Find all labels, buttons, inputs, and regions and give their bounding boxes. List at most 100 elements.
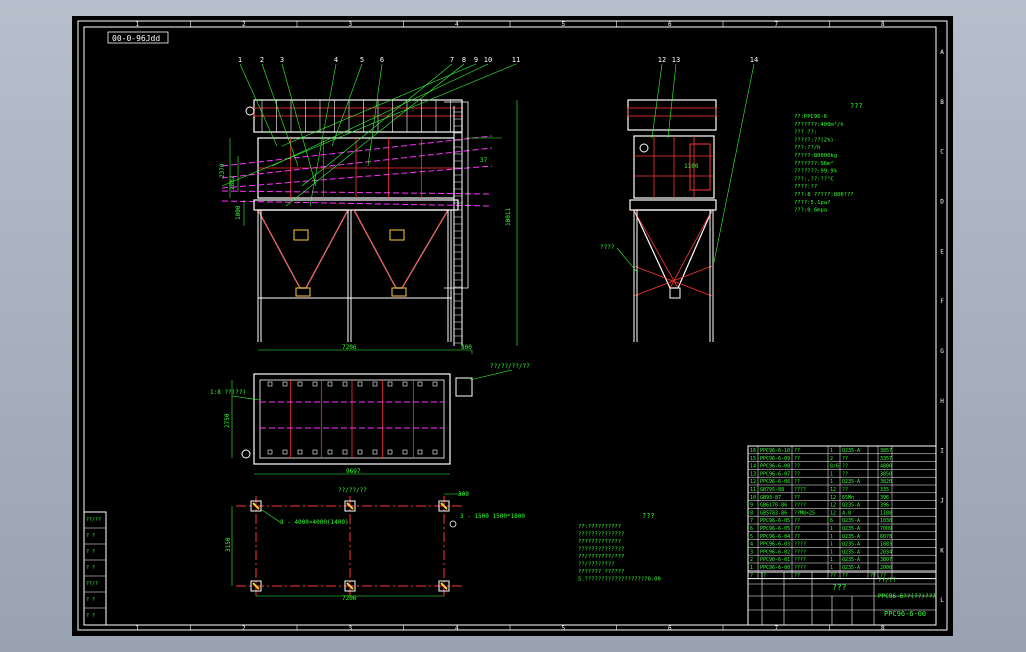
support-legs	[257, 210, 452, 342]
plan-nozzle	[342, 449, 348, 455]
bom-cell: PPC96-6-01	[760, 557, 790, 563]
plan-fan-box	[455, 377, 473, 397]
bom-cell: 8/6	[830, 464, 839, 470]
plan-nozzle	[282, 381, 288, 387]
plan-nozzle	[297, 449, 303, 455]
tech-spec-line: ?????:80000kg	[794, 153, 837, 159]
left-table-cell: ? ?	[86, 533, 95, 539]
hopper-outlet-left	[295, 287, 311, 297]
grid-col-label: 6	[668, 21, 672, 28]
plan-nozzle	[327, 449, 333, 455]
bom-cell: 11	[750, 487, 756, 493]
bom-cell: Q235-A	[842, 534, 860, 540]
bom-cell: 3357	[880, 456, 892, 462]
ladder-rungs	[454, 111, 462, 344]
side-hopper-bracing	[633, 209, 713, 297]
dim-front-h1: 2370	[219, 163, 226, 178]
bom-table[interactable]: 16 PPC96-6-10?? 1 Q235-A 385715 PPC96-6-09?? 2…	[747, 445, 937, 580]
front-part-leaders: 1 2 3 4 5 6 7 8 9 10 11	[221, 56, 520, 207]
bom-cell: PPC96-6-05	[760, 518, 790, 524]
inlet-duct-dashed	[221, 135, 493, 207]
bom-cell: 6	[750, 526, 753, 532]
file-tag: 00-0-96Jdd	[112, 34, 160, 43]
bom-cell: 12	[830, 510, 836, 516]
part-leader-number: 9	[474, 56, 478, 64]
plan-nozzle	[387, 381, 393, 387]
grid-col-label: 8	[881, 21, 885, 28]
bom-cell: ??	[842, 487, 848, 493]
bom-cell: Q235-A	[842, 549, 860, 555]
bom-cell: GB6170-86	[760, 503, 787, 509]
bom-cell: 14	[750, 464, 756, 470]
plan-view[interactable]: 9697 2750 1:8 ??(??) ??/??/??/??	[210, 363, 530, 475]
plan-nozzle	[267, 381, 273, 387]
grid-col-label: 6	[668, 625, 672, 632]
tech-spec-line: ???:??/h	[794, 145, 821, 151]
hopper-bracing	[257, 209, 449, 289]
note-line: ??????????????	[578, 532, 624, 538]
tech-spec-line: ????:??	[794, 184, 817, 190]
left-table-cell: ??/?	[86, 581, 98, 587]
plan-nozzle	[372, 381, 378, 387]
bom-cell: 5	[750, 534, 753, 540]
part-leader-number: 10	[484, 56, 492, 64]
side-view[interactable]: 1100 ???? 12 13 14	[600, 56, 758, 342]
bom-cell: ??	[794, 526, 800, 532]
bom-cell: 12	[830, 487, 836, 493]
bom-cell: 9	[750, 503, 753, 509]
bom-cell: ????	[794, 557, 806, 563]
plan-nozzle	[417, 381, 423, 387]
bom-cell: Q235-A	[842, 542, 860, 548]
plan-left-tag: 1:8 ??(??)	[210, 389, 246, 396]
dim-front-height: 10011	[505, 208, 512, 226]
bom-cell: 4.8	[842, 510, 851, 516]
notes: ??:?????????????????????????????????????…	[578, 524, 661, 583]
bom-cell: ??	[794, 464, 800, 470]
note-line: ??/???????/???	[578, 554, 624, 560]
drawing-sheet[interactable]: 12345678 12345678 ABCDEFGHIJKL 00-0-96Jd…	[72, 16, 953, 636]
bom-cell: PPC96-6-03	[760, 542, 790, 548]
dim-inlet: 37	[480, 157, 488, 164]
tech-spec-line: ???:8 ?????:800???	[794, 192, 854, 198]
grid-row-label: K	[940, 547, 944, 554]
bom-cell: PPC96-6-10	[760, 448, 790, 454]
part-leader-number: 1	[238, 56, 242, 64]
plan-side-valve	[241, 449, 251, 459]
bom-cell: PPC96-6-05	[760, 526, 790, 532]
bom-cell: 3820	[880, 479, 892, 485]
part-leader-line	[331, 63, 363, 147]
grid-row-label: G	[940, 348, 944, 355]
dim-foot-depth: 3150	[225, 537, 232, 552]
plan-nozzle	[297, 381, 303, 387]
plan-nozzle	[417, 449, 423, 455]
plan-dim-lines	[231, 380, 450, 475]
outer-border	[77, 20, 948, 631]
bom-cell: GB795-88	[760, 487, 784, 493]
bom-cell: 15	[750, 456, 756, 462]
foundation-bolt-note-1: 8 - 4000×4000(1400)	[280, 519, 349, 526]
bom-cell: GB93-87	[760, 495, 781, 501]
grid-col-label: 8	[881, 625, 885, 632]
dim-foot-width: 7206	[342, 595, 357, 602]
hopper-ring	[253, 199, 459, 211]
title-block[interactable]: ??? PPC96-6??(??)??? PPC96-6-00 ??/??	[747, 571, 937, 626]
foundation-plan[interactable]: 7206 3150 300 ??/??/?? 8 - 4000×4000(140…	[225, 487, 525, 602]
drawing-canvas[interactable]: 12345678 12345678 ABCDEFGHIJKL 00-0-96Jd…	[72, 16, 953, 636]
bom-cell: Q235-A	[842, 479, 860, 485]
bom-cell: 4800	[880, 464, 892, 470]
part-leader-line	[239, 63, 278, 147]
side-part-leaders: 12 13 14	[651, 56, 758, 263]
bom-cell: 12	[750, 479, 756, 485]
title-name: ???	[832, 583, 847, 592]
cad-window: 12345678 12345678 ABCDEFGHIJKL 00-0-96Jd…	[0, 0, 1026, 652]
side-body-grid	[634, 136, 714, 198]
part-leader-number: 7	[450, 56, 454, 64]
part-leader-line	[281, 63, 477, 147]
plan-nozzle	[387, 449, 393, 455]
grid-col-label: 4	[455, 21, 459, 28]
bom-cell: ????	[794, 487, 806, 493]
part-leader-number: 12	[658, 56, 666, 64]
front-view[interactable]: 7206 800 10011 2370 2882 1000 37 1234567…	[219, 56, 520, 354]
bom-cell: 3807	[880, 557, 892, 563]
tech-spec-line: ?????:??(2%)	[794, 137, 834, 143]
